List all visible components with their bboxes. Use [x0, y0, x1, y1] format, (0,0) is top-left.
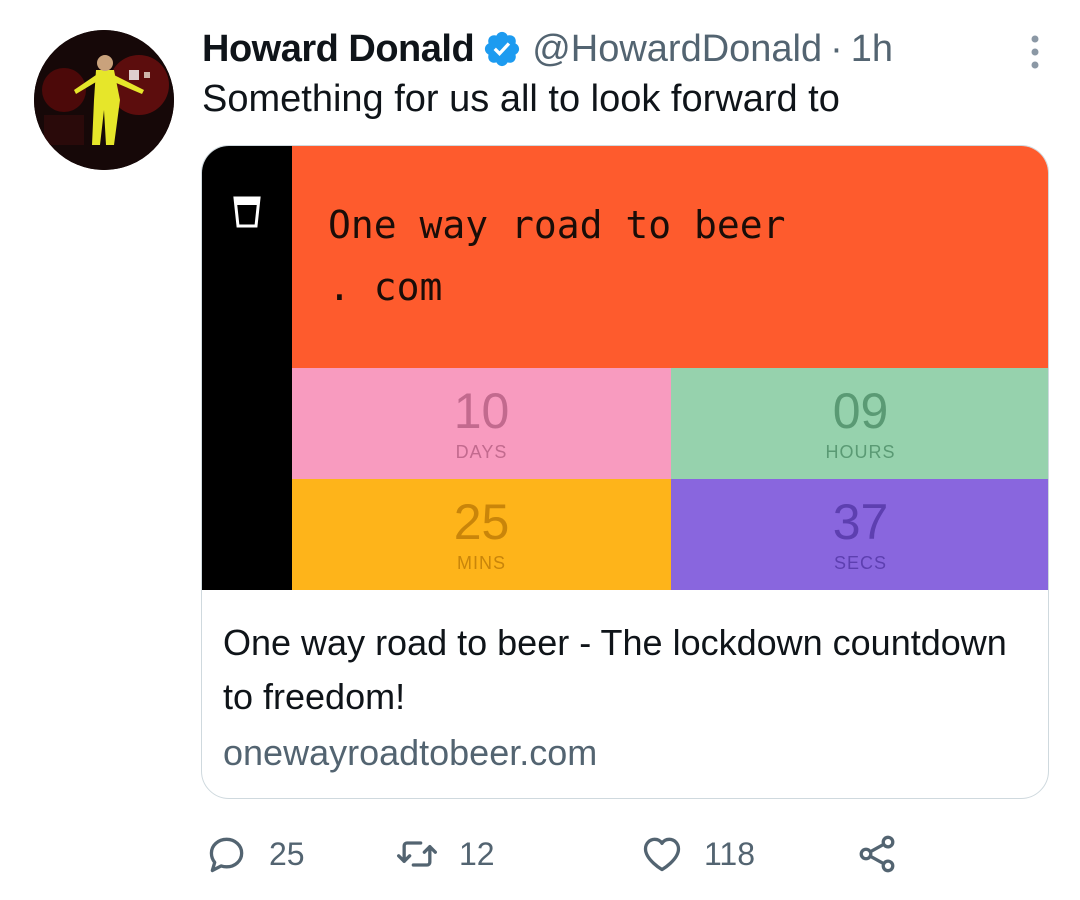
more-options-icon[interactable] [1026, 34, 1044, 70]
banner-text: One way road to beer . com [328, 203, 786, 309]
countdown-mins-value: 25 [453, 494, 510, 550]
retweet-button[interactable]: 12 [395, 828, 495, 880]
card-domain: onewayroadtobeer.com [223, 732, 598, 773]
card-image[interactable]: One way road to beer . com 10 DAYS 09 HO… [202, 146, 1048, 590]
pint-glass-icon [233, 196, 261, 228]
reply-button[interactable]: 25 [205, 828, 305, 880]
like-count: 118 [704, 835, 756, 872]
retweet-count: 12 [459, 835, 495, 872]
verified-badge-icon [485, 31, 520, 67]
author-name[interactable]: Howard Donald [202, 28, 475, 71]
countdown-days-value: 10 [453, 383, 510, 439]
countdown-days-unit: DAYS [455, 442, 508, 462]
tweet-text: Something for us all to look forward to [202, 78, 840, 120]
countdown-secs: 37 SECS [671, 479, 1048, 590]
countdown-mins-unit: MINS [457, 553, 506, 573]
card-side-strip [202, 146, 292, 590]
card-banner: One way road to beer . com [292, 146, 1048, 368]
countdown-secs-value: 37 [832, 494, 889, 550]
reply-count: 25 [269, 835, 305, 872]
reply-icon [209, 837, 244, 873]
countdown-days: 10 DAYS [292, 368, 671, 479]
like-button[interactable]: 118 [640, 828, 755, 880]
card-title: One way road to beer - The lockdown coun… [223, 622, 1007, 717]
tweet-header: Howard Donald @HowardDonald · 1h [202, 24, 893, 74]
countdown-hours: 09 HOURS [671, 368, 1048, 479]
separator-dot: · [830, 27, 843, 70]
countdown-hours-unit: HOURS [825, 442, 896, 462]
retweet-icon [397, 841, 437, 867]
countdown-secs-unit: SECS [833, 553, 888, 573]
tweet-timestamp[interactable]: 1h [851, 28, 893, 71]
tweet-actions: 25 12 118 [205, 828, 925, 880]
card-body[interactable]: One way road to beer - The lockdown coun… [223, 616, 1023, 780]
author-handle[interactable]: @HowardDonald [532, 28, 822, 71]
like-icon [643, 837, 681, 872]
link-card[interactable]: One way road to beer . com 10 DAYS 09 HO… [201, 145, 1049, 799]
share-button[interactable] [855, 828, 899, 880]
share-icon [859, 835, 895, 873]
author-avatar[interactable] [34, 30, 174, 170]
countdown-mins: 25 MINS [292, 479, 671, 590]
countdown-hours-value: 09 [832, 383, 889, 439]
